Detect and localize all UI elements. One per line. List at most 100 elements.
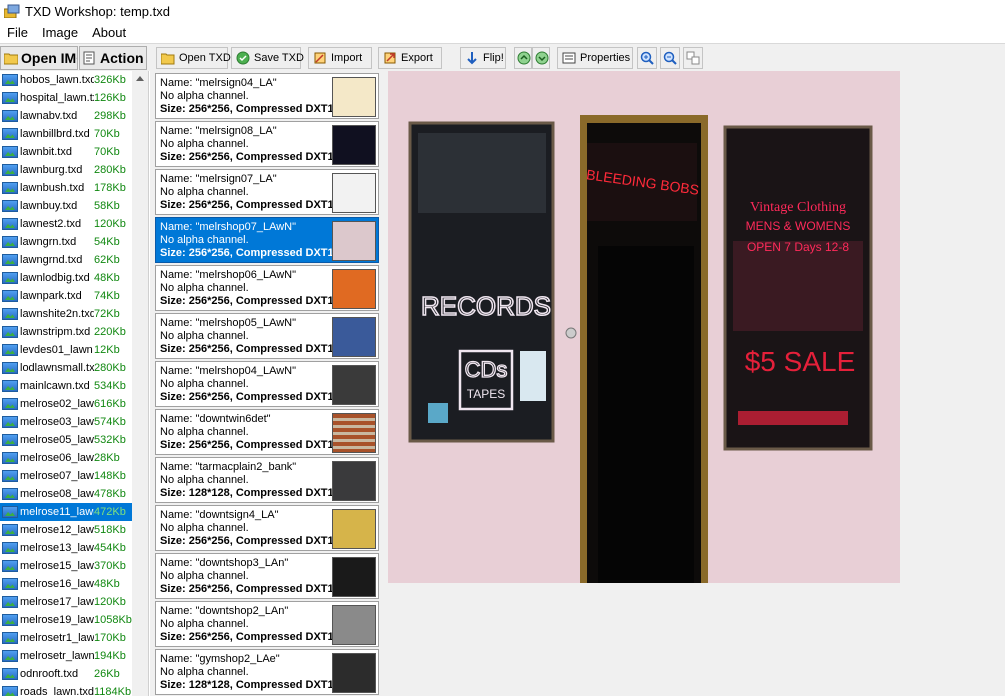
import-button[interactable]: Import <box>308 47 372 69</box>
texture-list-item[interactable]: Name: "melrshop04_LAwN" No alpha channel.… <box>155 361 379 407</box>
file-list-item[interactable]: lawnbillbrd.txd 70Kb <box>0 125 132 143</box>
texture-list-item[interactable]: Name: "downtwin6det" No alpha channel. Siz… <box>155 409 379 455</box>
texture-thumbnail <box>332 125 376 165</box>
texture-alpha-info: No alpha channel. <box>160 330 249 342</box>
zoom-out-button[interactable] <box>660 47 680 69</box>
texture-thumbnail <box>332 269 376 309</box>
toolbar: Open IMG Action Open TXD Save TXD Import… <box>0 43 1005 71</box>
zoom-in-button[interactable] <box>637 47 657 69</box>
file-list-item[interactable]: lawnabv.txd 298Kb <box>0 107 132 125</box>
file-list-item[interactable]: mainlcawn.txd 534Kb <box>0 377 132 395</box>
file-list-item[interactable]: melrose08_lawn 478Kb <box>0 485 132 503</box>
texture-list-item[interactable]: Name: "melrshop05_LAwN" No alpha channel.… <box>155 313 379 359</box>
menu-file[interactable]: File <box>0 25 35 40</box>
properties-button[interactable]: Properties <box>557 47 633 69</box>
image-file-icon <box>2 470 18 482</box>
texture-list-item[interactable]: Name: "downtsign4_LA" No alpha channel. Si… <box>155 505 379 551</box>
file-size: 454Kb <box>94 542 126 554</box>
file-list-item[interactable]: melrosetr_lawn 194Kb <box>0 647 132 665</box>
file-list-scrollbar[interactable] <box>132 71 148 696</box>
menu-about[interactable]: About <box>85 25 133 40</box>
flip-label: Flip! <box>483 52 504 64</box>
file-list-item[interactable]: melrose17_lawn 120Kb <box>0 593 132 611</box>
texture-size-info: Size: 256*256, Compressed DXT1 <box>160 295 334 307</box>
image-file-icon <box>2 452 18 464</box>
texture-thumbnail <box>332 77 376 117</box>
file-list-item[interactable]: melrose07_lawn 148Kb <box>0 467 132 485</box>
file-size: 54Kb <box>94 236 120 248</box>
texture-list-item[interactable]: Name: "tarmacplain2_bank" No alpha channe… <box>155 457 379 503</box>
file-list-item[interactable]: lawnpark.txd 74Kb <box>0 287 132 305</box>
import-label: Import <box>331 52 363 64</box>
file-name: lawnbush.txd <box>20 182 85 194</box>
next-texture-button[interactable] <box>532 47 550 69</box>
file-list-item[interactable]: melrose19_lawn 1058Kb <box>0 611 132 629</box>
texture-list-item[interactable]: Name: "downtshop2_LAn" No alpha channel. S… <box>155 601 379 647</box>
texture-name: Name: "tarmacplain2_bank" <box>160 461 297 473</box>
file-list-item[interactable]: lodlawnsmall.txd 280Kb <box>0 359 132 377</box>
file-list-item[interactable]: lawnshite2n.txd 72Kb <box>0 305 132 323</box>
file-size: 170Kb <box>94 632 126 644</box>
texture-list-item[interactable]: Name: "melrsign04_LA" No alpha channel. Si… <box>155 73 379 119</box>
file-list-item[interactable]: melrose06_lawn 28Kb <box>0 449 132 467</box>
menu-image[interactable]: Image <box>35 25 85 40</box>
texture-list[interactable]: Name: "melrsign04_LA" No alpha channel. Si… <box>150 71 386 696</box>
file-size: 194Kb <box>94 650 126 662</box>
image-file-icon <box>2 326 18 338</box>
image-file-icon <box>2 650 18 662</box>
texture-list-item[interactable]: Name: "melrsign08_LA" No alpha channel. Si… <box>155 121 379 167</box>
file-list-item[interactable]: melrose16_lawn 48Kb <box>0 575 132 593</box>
file-size: 518Kb <box>94 524 126 536</box>
image-file-icon <box>2 632 18 644</box>
file-list-item[interactable]: melrose03_lawn 574Kb <box>0 413 132 431</box>
txd-file-list[interactable]: hobos_lawn.txd326Kbhospital_lawn.txd126K… <box>0 71 149 696</box>
file-list-item[interactable]: lawngrn.txd 54Kb <box>0 233 132 251</box>
action-button[interactable]: Action <box>79 46 147 70</box>
file-list-item[interactable]: lawnstripm.txd 220Kb <box>0 323 132 341</box>
scroll-up-arrow-icon[interactable] <box>136 76 144 81</box>
file-list-item[interactable]: hobos_lawn.txd 326Kb <box>0 71 132 89</box>
file-name: lawngrnd.txd <box>20 254 83 266</box>
file-list-item[interactable]: lawnbit.txd 70Kb <box>0 143 132 161</box>
file-size: 298Kb <box>94 110 126 122</box>
file-list-item[interactable]: odnrooft.txd 26Kb <box>0 665 132 683</box>
file-list-item[interactable]: lawnbush.txd 178Kb <box>0 179 132 197</box>
file-list-item[interactable]: melrose05_lawn 532Kb <box>0 431 132 449</box>
file-list-item[interactable]: lawnbuy.txd 58Kb <box>0 197 132 215</box>
file-list-item[interactable]: melrose13_lawn 454Kb <box>0 539 132 557</box>
texture-list-item[interactable]: Name: "melrshop07_LAwN" No alpha channel.… <box>155 217 379 263</box>
file-list-item[interactable]: melrosetr1_lawn 170Kb <box>0 629 132 647</box>
file-list-item[interactable]: lawnlodbig.txd 48Kb <box>0 269 132 287</box>
open-img-button[interactable]: Open IMG <box>0 46 78 70</box>
fit-view-button[interactable] <box>683 47 703 69</box>
arrow-down-circle-icon <box>535 51 549 65</box>
file-list-item[interactable]: melrose15_lawn 370Kb <box>0 557 132 575</box>
texture-thumbnail <box>332 173 376 213</box>
image-file-icon <box>2 164 18 176</box>
texture-list-item[interactable]: Name: "downtshop3_LAn" No alpha channel. S… <box>155 553 379 599</box>
save-txd-button[interactable]: Save TXD <box>231 47 304 69</box>
previous-texture-button[interactable] <box>514 47 532 69</box>
file-list-item[interactable]: melrose11_lawn 472Kb <box>0 503 132 521</box>
texture-list-item[interactable]: Name: "gymshop2_LAe" No alpha channel. Siz… <box>155 649 379 695</box>
file-list-item[interactable]: melrose12_lawn 518Kb <box>0 521 132 539</box>
file-list-item[interactable]: roads_lawn.txd 1184Kb <box>0 683 132 696</box>
texture-list-item[interactable]: Name: "melrsign07_LA" No alpha channel. Si… <box>155 169 379 215</box>
file-size: 370Kb <box>94 560 126 572</box>
export-button[interactable]: Export <box>378 47 442 69</box>
file-name: lawnstripm.txd <box>20 326 91 338</box>
texture-size-info: Size: 256*256, Compressed DXT1 <box>160 151 334 163</box>
file-list-item[interactable]: lawngrnd.txd 62Kb <box>0 251 132 269</box>
file-list-item[interactable]: melrose02_lawn 616Kb <box>0 395 132 413</box>
texture-size-info: Size: 256*256, Compressed DXT1 <box>160 631 334 643</box>
image-file-icon <box>2 398 18 410</box>
file-list-item[interactable]: hospital_lawn.txd126Kb <box>0 89 132 107</box>
file-list-item[interactable]: lawnburg.txd 280Kb <box>0 161 132 179</box>
file-name: lawnbillbrd.txd <box>20 128 90 140</box>
flip-button[interactable]: Flip! <box>460 47 506 69</box>
open-txd-button[interactable]: Open TXD <box>156 47 231 69</box>
file-list-item[interactable]: levdes01_lawn 12Kb <box>0 341 132 359</box>
texture-list-item[interactable]: Name: "melrshop06_LAwN" No alpha channel.… <box>155 265 379 311</box>
file-list-item[interactable]: lawnest2.txd 120Kb <box>0 215 132 233</box>
file-name: melrose13_lawn <box>20 542 94 554</box>
